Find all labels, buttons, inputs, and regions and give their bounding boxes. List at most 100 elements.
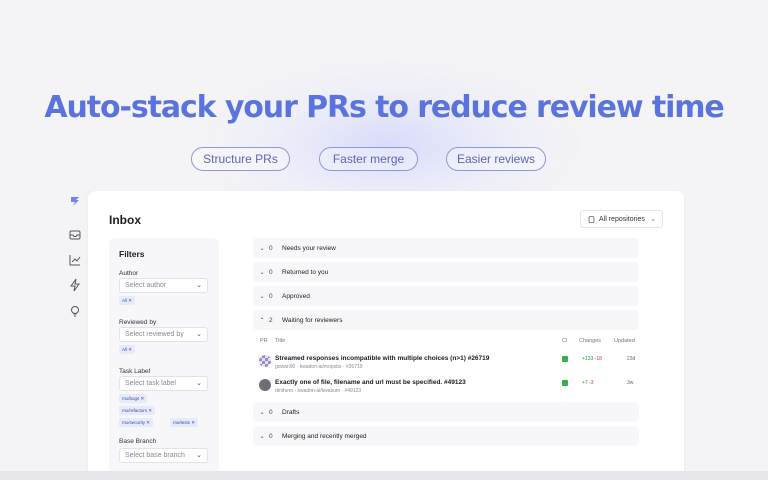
close-icon[interactable]: ✕ — [148, 408, 152, 413]
author-chip-all[interactable]: All ✕ — [119, 296, 136, 305]
ci-pass-icon — [562, 380, 568, 386]
task-chip-refactors[interactable]: rnx/refactors ✕ — [119, 406, 156, 415]
section-count: 0 — [269, 268, 273, 276]
repository-select-label: All repositories — [599, 215, 645, 223]
bottom-strip — [0, 471, 768, 480]
additions: +7 — [582, 380, 588, 386]
table-row[interactable]: Streamed responses incompatible with mul… — [253, 350, 639, 374]
section-count: 0 — [269, 244, 273, 252]
close-icon[interactable]: ✕ — [128, 347, 132, 352]
filters-title: Filters — [119, 249, 145, 259]
reviewed-by-select-placeholder: Select reviewed by — [125, 331, 184, 338]
author-select[interactable]: Select author ⌄ — [119, 278, 208, 293]
chevron-down-icon: ⌄ — [259, 409, 265, 416]
section-count: 0 — [269, 432, 273, 440]
col-pr: PR — [260, 338, 268, 344]
section-approved[interactable]: ⌄ 0 Approved — [253, 286, 639, 306]
col-updated: Updated — [614, 338, 635, 344]
chevron-down-icon: ⌄ — [259, 245, 265, 252]
pill-easier-reviews: Easier reviews — [446, 147, 546, 171]
lightbulb-icon[interactable] — [68, 304, 82, 318]
avatar — [259, 355, 271, 367]
repository-select[interactable]: All repositories ⌄ — [580, 210, 663, 228]
task-label-label: Task Label — [119, 368, 151, 375]
section-name: Drafts — [282, 408, 300, 416]
reviewed-by-select[interactable]: Select reviewed by ⌄ — [119, 327, 208, 342]
author-select-placeholder: Select author — [125, 282, 167, 289]
pill-structure-prs: Structure PRs — [191, 147, 290, 171]
avatar — [259, 379, 271, 391]
pr-changes: +7 -3 — [582, 380, 594, 386]
hero-title: Auto-stack your PRs to reduce review tim… — [44, 90, 724, 125]
chevron-down-icon: ⌄ — [259, 293, 265, 300]
pill-faster-merge: Faster merge — [319, 147, 418, 171]
task-chip-tests[interactable]: rnx/tests ✕ — [170, 418, 199, 427]
pr-changes: +133 -18 — [582, 356, 602, 362]
section-count: 0 — [269, 408, 273, 416]
additions: +133 — [582, 356, 594, 362]
inbox-card: Inbox All repositories ⌄ Filters Author … — [88, 191, 684, 480]
base-branch-select-placeholder: Select base branch — [125, 452, 185, 459]
close-icon[interactable]: ✕ — [141, 396, 145, 401]
chart-icon[interactable] — [68, 253, 82, 267]
section-name: Approved — [282, 292, 310, 300]
task-label-select[interactable]: Select task label ⌄ — [119, 376, 208, 391]
chevron-down-icon: ⌄ — [650, 216, 656, 223]
chevron-down-icon: ⌄ — [196, 452, 202, 459]
chevron-down-icon: ⌄ — [196, 380, 202, 387]
section-returned-to-you[interactable]: ⌄ 0 Returned to you — [253, 262, 639, 282]
task-chip-bugs[interactable]: rnx/bugs ✕ — [119, 394, 148, 403]
chevron-up-icon: ⌃ — [259, 317, 265, 324]
chevron-down-icon: ⌄ — [259, 433, 265, 440]
section-merging[interactable]: ⌄ 0 Merging and recently merged — [253, 426, 639, 446]
col-changes: Changes — [579, 338, 602, 344]
pr-title: Streamed responses incompatible with mul… — [275, 355, 490, 362]
section-count: 0 — [269, 292, 273, 300]
section-name: Returned to you — [282, 268, 329, 276]
table-header: PR Title CI Changes Updated — [253, 335, 639, 349]
ci-pass-icon — [562, 356, 568, 362]
section-count: 2 — [269, 316, 273, 324]
repo-icon — [588, 215, 595, 223]
section-name: Merging and recently merged — [282, 432, 367, 440]
chevron-down-icon: ⌄ — [196, 331, 202, 338]
pr-subtitle: dmihero · kwadon-ai/kwasum · #49123 — [275, 388, 362, 394]
logo-icon[interactable] — [68, 194, 82, 208]
section-drafts[interactable]: ⌄ 0 Drafts — [253, 402, 639, 422]
base-branch-select[interactable]: Select base branch ⌄ — [119, 448, 208, 463]
col-title: Title — [275, 338, 286, 344]
section-waiting-for-reviewers[interactable]: ⌃ 2 Waiting for reviewers — [253, 310, 639, 330]
filters-panel: Filters Author Select author ⌄ All ✕ Rev… — [109, 238, 219, 480]
reviewed-by-label: Reviewed by — [119, 319, 157, 326]
chip-label: rnx/tests — [173, 420, 191, 425]
reviewed-by-chip-all[interactable]: All ✕ — [119, 345, 136, 354]
chevron-down-icon: ⌄ — [259, 269, 265, 276]
section-needs-your-review[interactable]: ⌄ 0 Needs your review — [253, 238, 639, 258]
chip-label: rnx/bugs — [122, 396, 140, 401]
deletions: -3 — [589, 380, 594, 386]
pr-subtitle: gowan90 · kwadon-ai/mopsbs · #26719 — [275, 364, 363, 370]
deletions: -18 — [594, 356, 602, 362]
inbox-icon[interactable] — [68, 228, 82, 242]
task-chip-security[interactable]: rnx/security ✕ — [119, 418, 154, 427]
chevron-down-icon: ⌄ — [196, 282, 202, 289]
page-title: Inbox — [109, 213, 141, 227]
chip-label: rnx/security — [122, 420, 146, 425]
close-icon[interactable]: ✕ — [128, 298, 132, 303]
chip-label: All — [122, 347, 128, 352]
close-icon[interactable]: ✕ — [146, 420, 150, 425]
base-branch-label: Base Branch — [119, 438, 157, 445]
pr-updated: 23d — [627, 356, 636, 362]
task-label-select-placeholder: Select task label — [125, 380, 176, 387]
col-ci: CI — [562, 338, 568, 344]
close-icon[interactable]: ✕ — [191, 420, 195, 425]
chip-label: rnx/refactors — [122, 408, 148, 413]
lightning-icon[interactable] — [68, 278, 82, 292]
chip-label: All — [122, 298, 128, 303]
author-label: Author — [119, 270, 139, 277]
pr-title: Exactly one of file, filename and url mu… — [275, 379, 466, 386]
section-name: Waiting for reviewers — [282, 316, 343, 324]
table-row[interactable]: Exactly one of file, filename and url mu… — [253, 374, 639, 398]
section-name: Needs your review — [282, 244, 336, 252]
pr-updated: 3w — [627, 380, 634, 386]
